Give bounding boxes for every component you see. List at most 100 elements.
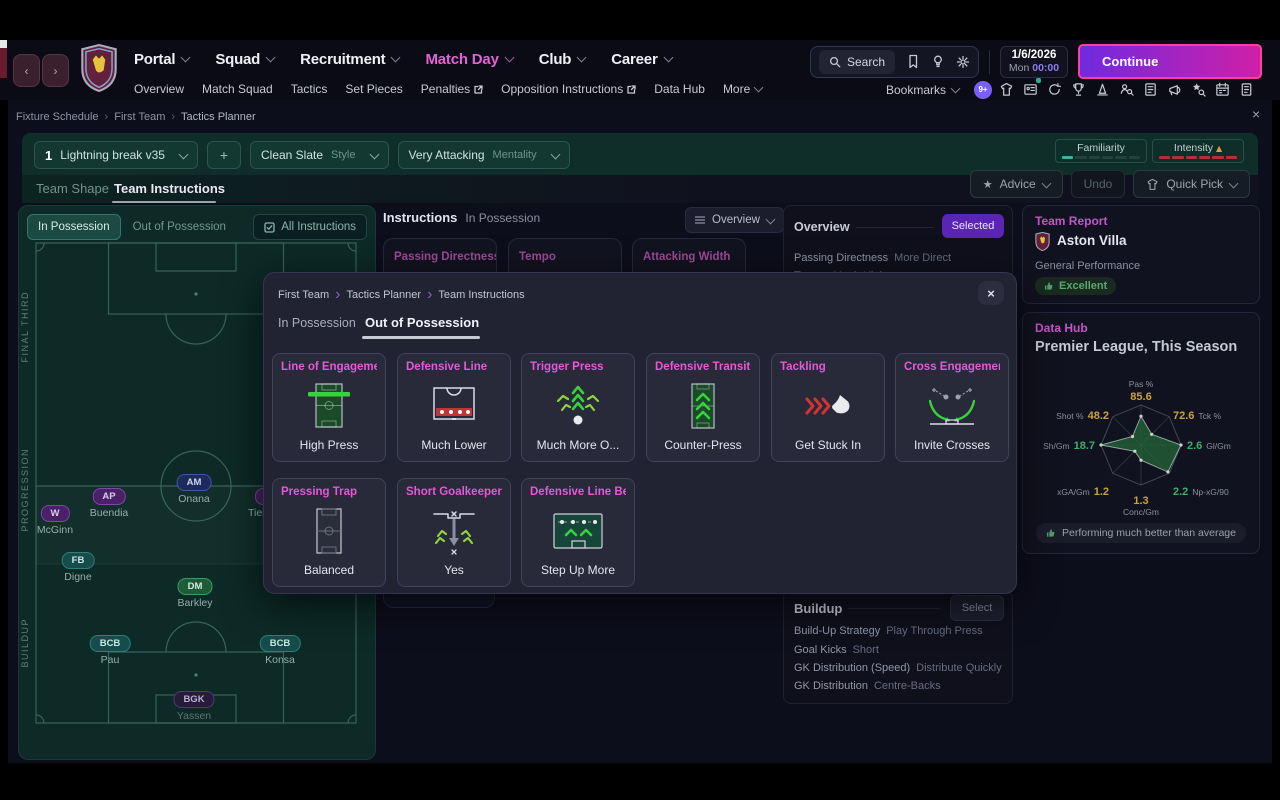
player-barkley[interactable]: DM Barkley bbox=[177, 578, 212, 609]
view-selector-dropdown[interactable]: Overview bbox=[685, 207, 784, 233]
menu-club[interactable]: Club bbox=[539, 51, 586, 68]
menu-career[interactable]: Career bbox=[611, 51, 671, 68]
svg-text:2.6Gl/Gm: 2.6Gl/Gm bbox=[1187, 440, 1231, 452]
inbox-chat-icon[interactable]: 9+ bbox=[974, 81, 992, 99]
card-pressing-trap[interactable]: Pressing Trap Balanced bbox=[272, 478, 386, 587]
profile-card-icon[interactable] bbox=[1021, 80, 1040, 99]
lightbulb-icon[interactable] bbox=[931, 54, 945, 69]
player-buendia[interactable]: AP Buendia bbox=[90, 488, 129, 519]
player-yassen[interactable]: BGK Yassen bbox=[173, 691, 214, 722]
trophy-icon[interactable] bbox=[1069, 80, 1088, 99]
card-defensive-line[interactable]: Defensive Line Much Lower bbox=[397, 353, 511, 462]
card-line-of-engagement[interactable]: Line of Engagement High Press bbox=[272, 353, 386, 462]
card-cross-engagement[interactable]: Cross Engagement Invite Crosses bbox=[895, 353, 1009, 462]
menu-squad[interactable]: Squad bbox=[215, 51, 274, 68]
close-page-icon[interactable]: × bbox=[1252, 106, 1260, 122]
menu-match-day[interactable]: Match Day bbox=[425, 51, 512, 68]
modal-tab-in-possession[interactable]: In Possession bbox=[278, 316, 356, 330]
selected-button[interactable]: Selected bbox=[942, 214, 1004, 238]
forward-button[interactable]: › bbox=[42, 54, 69, 87]
thumbs-up-icon bbox=[1044, 281, 1054, 291]
tab-team-instructions[interactable]: Team Instructions bbox=[114, 181, 225, 196]
card-tackling[interactable]: Tackling Get Stuck In bbox=[771, 353, 885, 462]
letterbox-top bbox=[0, 0, 1280, 40]
tactic-selector[interactable]: 1 Lightning break v35 bbox=[34, 141, 198, 169]
search-button[interactable]: Search bbox=[819, 50, 895, 74]
svg-text:72.6Tck %: 72.6Tck % bbox=[1173, 410, 1222, 422]
breadcrumb-first-team[interactable]: First Team bbox=[114, 111, 165, 123]
short-gk-distribution-icon bbox=[398, 503, 510, 559]
advice-button[interactable]: ★ Advice bbox=[970, 170, 1063, 198]
chevron-down-icon bbox=[369, 149, 379, 159]
toggle-in-possession[interactable]: In Possession bbox=[27, 214, 121, 240]
modal-close-button[interactable]: × bbox=[978, 281, 1004, 305]
modal-tab-out-of-possession[interactable]: Out of Possession bbox=[365, 315, 479, 330]
bookmarks-menu[interactable]: Bookmarks bbox=[886, 83, 959, 97]
calendar-icon[interactable] bbox=[1213, 80, 1232, 99]
modal-crumb-first-team[interactable]: First Team bbox=[278, 289, 329, 301]
quick-icon-strip: Bookmarks 9+ bbox=[886, 80, 1256, 99]
player-konsa[interactable]: BCB Konsa bbox=[260, 635, 301, 666]
card-defensive-line-behaviour[interactable]: Defensive Line Behavio Step Up More bbox=[521, 478, 635, 587]
all-instructions-button[interactable]: All Instructions bbox=[253, 214, 367, 240]
edge-accent bbox=[0, 40, 7, 48]
tab-team-shape[interactable]: Team Shape bbox=[36, 181, 109, 196]
notes-icon[interactable] bbox=[1237, 80, 1256, 99]
toggle-out-of-possession[interactable]: Out of Possession bbox=[125, 215, 234, 239]
subnav-data-hub[interactable]: Data Hub bbox=[654, 82, 705, 96]
intensity-meter[interactable]: Intensity ▲ bbox=[1152, 139, 1244, 163]
menu-portal[interactable]: Portal bbox=[134, 51, 189, 68]
modal-crumb-tactics-planner[interactable]: Tactics Planner bbox=[346, 289, 421, 301]
scouting-icon[interactable] bbox=[1117, 80, 1136, 99]
subnav-set-pieces[interactable]: Set Pieces bbox=[345, 82, 402, 96]
club-name[interactable]: Aston Villa bbox=[1057, 233, 1127, 248]
breadcrumb-fixture-schedule[interactable]: Fixture Schedule bbox=[16, 111, 99, 123]
chevron-down-icon bbox=[504, 53, 514, 63]
bookmark-icon[interactable] bbox=[906, 54, 920, 69]
player-digne[interactable]: FB Digne bbox=[62, 552, 95, 583]
team-instructions-modal: First Team › Tactics Planner › Team Inst… bbox=[263, 272, 1017, 594]
club-megaphone-icon[interactable] bbox=[1165, 80, 1184, 99]
svg-text:2.2Np-xG/90: 2.2Np-xG/90 bbox=[1173, 486, 1229, 498]
chevron-down-icon bbox=[663, 53, 673, 63]
select-button[interactable]: Select bbox=[950, 595, 1004, 621]
gear-icon[interactable] bbox=[956, 55, 970, 69]
reports-list-icon[interactable] bbox=[1141, 80, 1160, 99]
modal-active-tab-underline bbox=[362, 336, 480, 339]
player-mcginn[interactable]: W McGinn bbox=[37, 505, 73, 536]
card-defensive-transition[interactable]: Defensive Transition Counter-Press bbox=[646, 353, 760, 462]
quick-pick-button[interactable]: Quick Pick bbox=[1133, 170, 1250, 198]
card-short-gk-distribution[interactable]: Short Goalkeeper Distr Yes bbox=[397, 478, 511, 587]
continue-button[interactable]: Continue bbox=[1078, 44, 1262, 79]
performance-annotation: Performing much better than average bbox=[1036, 523, 1246, 543]
kit-shirt-icon[interactable] bbox=[997, 80, 1016, 99]
add-tactic-button[interactable]: + bbox=[207, 141, 241, 169]
sync-icon[interactable] bbox=[1045, 80, 1064, 99]
chevron-down-icon bbox=[1229, 178, 1239, 188]
back-button[interactable]: ‹ bbox=[13, 54, 40, 87]
pressing-trap-icon bbox=[273, 503, 385, 559]
subnav-match-squad[interactable]: Match Squad bbox=[202, 82, 273, 96]
chevron-down-icon bbox=[577, 53, 587, 63]
familiarity-meter[interactable]: Familiarity bbox=[1055, 139, 1147, 163]
subnav-more[interactable]: More bbox=[723, 82, 762, 96]
menu-recruitment[interactable]: Recruitment bbox=[300, 51, 399, 68]
mentality-selector[interactable]: Very Attacking Mentality bbox=[398, 141, 570, 169]
training-cone-icon[interactable] bbox=[1093, 80, 1112, 99]
player-search-icon[interactable] bbox=[1189, 80, 1208, 99]
club-crest[interactable] bbox=[80, 44, 118, 92]
modal-crumb-team-instructions[interactable]: Team Instructions bbox=[438, 289, 524, 301]
subnav-overview[interactable]: Overview bbox=[134, 82, 184, 96]
breadcrumb-tactics-planner[interactable]: Tactics Planner bbox=[181, 111, 256, 123]
subnav-opposition-instructions[interactable]: Opposition Instructions bbox=[501, 82, 636, 96]
warning-icon: ▲ bbox=[1216, 144, 1222, 153]
card-trigger-press[interactable]: Trigger Press Much More O... bbox=[521, 353, 635, 462]
subnav-penalties[interactable]: Penalties bbox=[421, 82, 483, 96]
game-date[interactable]: 1/6/2026 Mon 00:00 bbox=[1000, 46, 1068, 78]
player-onana[interactable]: AM Onana bbox=[177, 474, 212, 505]
covered-card-fragment bbox=[383, 592, 495, 608]
style-selector[interactable]: Clean Slate Style bbox=[250, 141, 389, 169]
undo-button[interactable]: Undo bbox=[1071, 170, 1126, 198]
subnav-tactics[interactable]: Tactics bbox=[291, 82, 328, 96]
player-pau[interactable]: BCB Pau bbox=[90, 635, 131, 666]
